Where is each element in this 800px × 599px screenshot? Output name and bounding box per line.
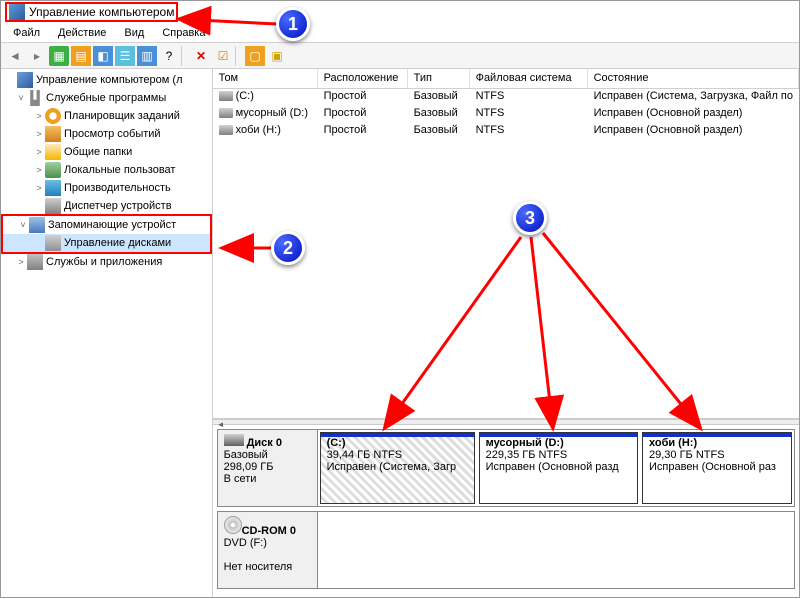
callout-1: 1 xyxy=(276,7,310,41)
performance-icon xyxy=(45,180,61,196)
delete-button[interactable]: ✕ xyxy=(191,46,211,66)
col-status[interactable]: Состояние xyxy=(588,69,799,88)
forward-button[interactable]: ▸ xyxy=(27,46,47,66)
cdrom-row[interactable]: CD-ROM 0 DVD (F:) Нет носителя xyxy=(217,511,795,589)
tree-system-tools[interactable]: ˅Служебные программы xyxy=(1,89,212,107)
tree-device-manager[interactable]: Диспетчер устройств xyxy=(1,197,212,215)
disk-row[interactable]: Диск 0 Базовый 298,09 ГБ В сети (C:) 39,… xyxy=(217,429,795,507)
toolbar: ◄ ▸ ▦ ▤ ◧ ☰ ▥ ? ✕ ☑ ▢ ▣ xyxy=(1,43,799,69)
toolbar-btn-8[interactable]: ▣ xyxy=(267,46,287,66)
volume-list-header: Том Расположение Тип Файловая система Со… xyxy=(213,69,799,89)
disk-icon xyxy=(45,235,61,251)
tree-performance[interactable]: ˃Производительность xyxy=(1,179,212,197)
toolbar-btn-5[interactable]: ▥ xyxy=(137,46,157,66)
app-icon xyxy=(9,4,25,20)
col-layout[interactable]: Расположение xyxy=(318,69,408,88)
toolbar-btn-1[interactable]: ▦ xyxy=(49,46,69,66)
folder-icon xyxy=(45,144,61,160)
callout-3: 3 xyxy=(513,201,547,235)
toolbar-btn-4[interactable]: ☰ xyxy=(115,46,135,66)
menu-bar: Файл Действие Вид Справка xyxy=(1,23,799,43)
volume-row[interactable]: (C:) Простой Базовый NTFS Исправен (Сист… xyxy=(213,89,799,106)
title-bar: Управление компьютером xyxy=(1,1,799,23)
col-type[interactable]: Тип xyxy=(408,69,470,88)
disk-info: Диск 0 Базовый 298,09 ГБ В сети xyxy=(218,430,318,506)
tree-users[interactable]: ˃Локальные пользоват xyxy=(1,161,212,179)
callout-2: 2 xyxy=(271,231,305,265)
window-title: Управление компьютером xyxy=(29,5,174,19)
main-panel: Том Расположение Тип Файловая система Со… xyxy=(213,69,799,597)
toolbar-btn-3[interactable]: ◧ xyxy=(93,46,113,66)
volume-row[interactable]: мусорный (D:) Простой Базовый NTFS Испра… xyxy=(213,106,799,123)
clock-icon xyxy=(45,108,61,124)
navigation-tree[interactable]: Управление компьютером (л ˅Служебные про… xyxy=(1,69,213,597)
partition-c[interactable]: (C:) 39,44 ГБ NTFS Исправен (Система, За… xyxy=(320,432,475,504)
volume-row[interactable]: хоби (H:) Простой Базовый NTFS Исправен … xyxy=(213,123,799,140)
users-icon xyxy=(45,162,61,178)
toolbar-btn-2[interactable]: ▤ xyxy=(71,46,91,66)
tree-events[interactable]: ˃Просмотр событий xyxy=(1,125,212,143)
tree-storage[interactable]: ˅Запоминающие устройст xyxy=(3,216,210,234)
volume-icon xyxy=(219,125,233,135)
partition-d[interactable]: мусорный (D:) 229,35 ГБ NTFS Исправен (О… xyxy=(479,432,638,504)
separator xyxy=(235,46,243,66)
back-button[interactable]: ◄ xyxy=(5,46,25,66)
storage-icon xyxy=(29,217,45,233)
computer-icon xyxy=(17,72,33,88)
toolbar-btn-6[interactable]: ☑ xyxy=(213,46,233,66)
tools-icon xyxy=(27,90,43,106)
help-button[interactable]: ? xyxy=(159,46,179,66)
cd-icon xyxy=(224,516,242,534)
menu-help[interactable]: Справка xyxy=(154,25,213,41)
tree-services[interactable]: ˃Службы и приложения xyxy=(1,253,212,271)
col-filesystem[interactable]: Файловая система xyxy=(470,69,588,88)
tree-scheduler[interactable]: ˃Планировщик заданий xyxy=(1,107,212,125)
tree-disk-management[interactable]: Управление дисками xyxy=(3,234,210,252)
event-icon xyxy=(45,126,61,142)
col-volume[interactable]: Том xyxy=(213,69,318,88)
tree-root[interactable]: Управление компьютером (л xyxy=(1,71,212,89)
device-icon xyxy=(45,198,61,214)
cdrom-info: CD-ROM 0 DVD (F:) Нет носителя xyxy=(218,512,318,588)
menu-view[interactable]: Вид xyxy=(116,25,152,41)
volume-list[interactable]: (C:) Простой Базовый NTFS Исправен (Сист… xyxy=(213,89,799,140)
volume-icon xyxy=(219,108,233,118)
volume-icon xyxy=(219,91,233,101)
separator xyxy=(181,46,189,66)
menu-action[interactable]: Действие xyxy=(50,25,114,41)
toolbar-btn-7[interactable]: ▢ xyxy=(245,46,265,66)
tree-shared[interactable]: ˃Общие папки xyxy=(1,143,212,161)
disk-icon xyxy=(224,434,244,446)
menu-file[interactable]: Файл xyxy=(5,25,48,41)
services-icon xyxy=(27,254,43,270)
disk-graphical-view: Диск 0 Базовый 298,09 ГБ В сети (C:) 39,… xyxy=(213,425,799,597)
partition-h[interactable]: хоби (H:) 29,30 ГБ NTFS Исправен (Основн… xyxy=(642,432,792,504)
